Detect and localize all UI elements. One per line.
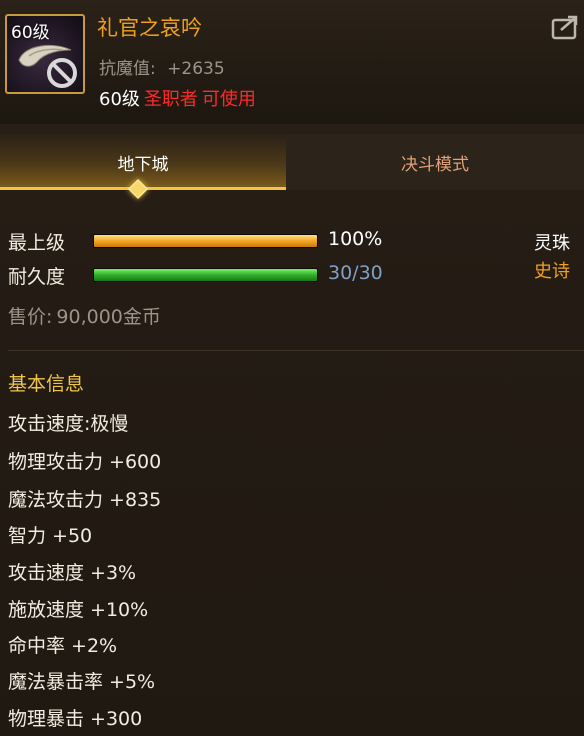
item-icon[interactable]: 60级 [5,14,85,94]
stat-line: 魔法暴击率 +5% [8,671,156,693]
grade-label: 最上级 [8,232,66,254]
item-name: 礼官之哀吟 [97,16,202,40]
grade-value: 100% [328,228,383,250]
durability-value: 30/30 [328,262,383,284]
item-level-badge: 60级 [11,23,50,43]
usable-text: 可使用 [201,89,256,110]
stat-line: 命中率 +2% [8,635,118,657]
divider [8,350,584,351]
sell-price-label: 售价: [8,306,53,328]
durability-bar-fill [94,269,317,281]
stat-line: 魔法攻击力 +835 [8,489,162,511]
grade-bar-fill [94,235,317,247]
stat-line: 物理暴击 +300 [8,708,143,730]
durability-bar [93,268,318,282]
required-class: 圣职者 [143,89,198,110]
stat-line: 物理攻击力 +600 [8,451,162,473]
share-icon[interactable] [551,14,581,40]
item-tooltip-panel: 60级 礼官之哀吟 抗魔值: +2635 60级 圣职者 可使用 地下城 决斗模式 … [0,0,584,736]
stat-line: 攻击速度 +3% [8,562,137,584]
magic-resist-label: 抗魔值: [99,59,156,79]
stat-line: 施放速度 +10% [8,599,149,621]
mode-tabs: 地下城 决斗模式 [0,134,584,190]
item-header: 60级 礼官之哀吟 抗魔值: +2635 60级 圣职者 可使用 [0,0,584,124]
required-level: 60级 [99,89,140,110]
rarity-label: 史诗 [534,261,570,282]
usage-requirement: 60级 圣职者 可使用 [99,85,256,111]
magic-resist: 抗魔值: +2635 [99,54,225,79]
grade-bar [93,234,318,248]
tab-dungeon-label: 地下城 [117,155,169,175]
item-type-label: 灵珠 [534,233,570,254]
stat-line: 智力 +50 [8,525,93,547]
magic-resist-value: +2635 [167,59,225,79]
tab-dungeon[interactable]: 地下城 [0,134,286,190]
forbidden-icon [47,58,77,88]
sell-price: 售价: 90,000金币 [8,302,161,329]
stat-line: 攻击速度:极慢 [8,413,129,435]
tab-duel-mode-label: 决斗模式 [401,155,469,175]
basic-info-title: 基本信息 [8,373,85,395]
sell-price-value: 90,000金币 [56,306,161,328]
tab-duel-mode[interactable]: 决斗模式 [286,134,584,190]
durability-label: 耐久度 [8,266,66,288]
